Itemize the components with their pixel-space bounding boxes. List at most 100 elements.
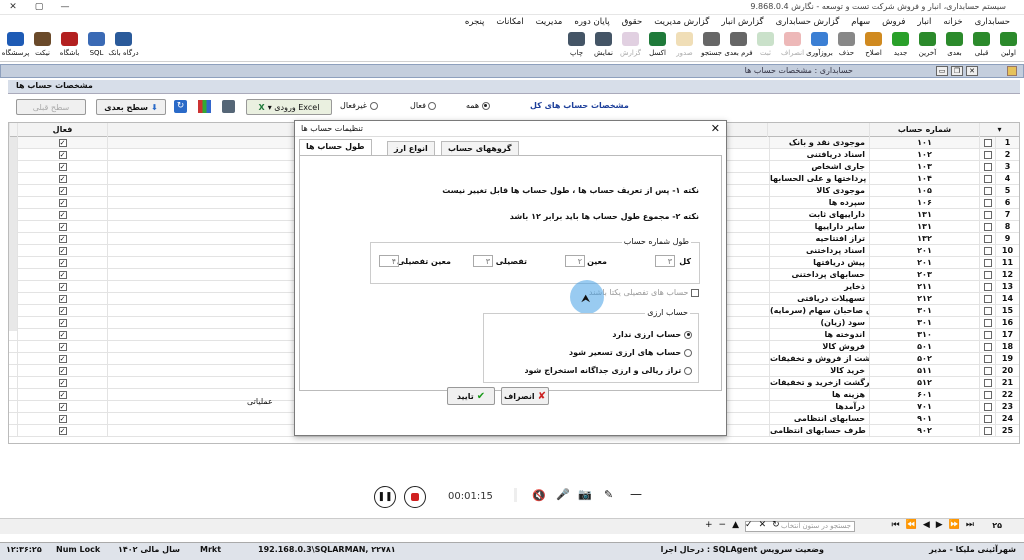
row-select[interactable] (979, 281, 995, 293)
nav-prev-page-icon[interactable]: ⏪ (906, 520, 917, 530)
prev-button[interactable]: قبلی (968, 31, 995, 61)
next-button[interactable]: بعدی (941, 31, 968, 61)
nav-post-icon[interactable]: ✓ (745, 520, 753, 530)
active-cell[interactable]: ✓ (17, 281, 107, 293)
active-cell[interactable]: ✓ (17, 317, 107, 329)
row-checkbox[interactable] (983, 318, 992, 327)
row-checkbox[interactable] (983, 246, 992, 255)
nav-next-page-icon[interactable]: ⏩ (949, 520, 960, 530)
row-select[interactable] (979, 425, 995, 437)
nav-edit-icon[interactable]: ▲ (732, 520, 739, 530)
row-select[interactable] (979, 389, 995, 401)
col-filter-icon[interactable]: ▾ (979, 123, 1019, 137)
row-select[interactable] (979, 377, 995, 389)
pause-button[interactable]: ❚❚ (374, 486, 396, 508)
nav-refresh-icon[interactable]: ↻ (772, 520, 780, 530)
active-cell[interactable]: ✓ (17, 233, 107, 245)
active-checkbox[interactable]: ✓ (58, 246, 67, 255)
new-button[interactable]: جدید (887, 31, 914, 61)
row-checkbox[interactable] (983, 222, 992, 231)
active-checkbox[interactable]: ✓ (58, 174, 67, 183)
row-checkbox[interactable] (983, 198, 992, 207)
row-select[interactable] (979, 365, 995, 377)
active-cell[interactable]: ✓ (17, 329, 107, 341)
row-select[interactable] (979, 401, 995, 413)
active-checkbox[interactable]: ✓ (58, 426, 67, 435)
active-cell[interactable]: ✓ (17, 269, 107, 281)
panel-tab[interactable]: مشخصات حساب ها (16, 81, 93, 90)
active-cell[interactable]: ✓ (17, 377, 107, 389)
cancel-button[interactable]: انصراف ✘ (501, 387, 549, 405)
refresh-icon[interactable]: ↻ (174, 100, 187, 113)
tafsili-input[interactable]: ۳ (473, 255, 493, 267)
tab-account-length[interactable]: طول حساب ها (299, 139, 372, 155)
active-cell[interactable]: ✓ (17, 209, 107, 221)
row-select[interactable] (979, 137, 995, 149)
active-checkbox[interactable]: ✓ (58, 210, 67, 219)
currency-none-option[interactable]: حساب ارزی ندارد (612, 330, 692, 339)
ticket-button[interactable]: نیکت (29, 31, 56, 61)
active-cell[interactable]: ✓ (17, 149, 107, 161)
sql-button[interactable]: SQL (83, 31, 110, 61)
cur2-radio[interactable] (684, 348, 692, 357)
nav-cancel-icon[interactable]: ✕ (759, 520, 767, 530)
active-checkbox[interactable]: ✓ (58, 186, 67, 195)
active-checkbox[interactable]: ✓ (58, 366, 67, 375)
row-checkbox[interactable] (983, 390, 992, 399)
mt-input[interactable]: ۴ (379, 255, 399, 267)
row-checkbox[interactable] (983, 294, 992, 303)
active-cell[interactable]: ✓ (17, 161, 107, 173)
row-select[interactable] (979, 173, 995, 185)
minimize-recorder-icon[interactable]: — (630, 487, 642, 501)
menu-item[interactable]: حسابداری (969, 15, 1016, 30)
active-cell[interactable]: ✓ (17, 413, 107, 425)
nav-prev-icon[interactable]: ◀ (923, 520, 930, 530)
row-select[interactable] (979, 149, 995, 161)
view-button[interactable]: نمایش (590, 31, 617, 61)
camera-icon[interactable]: 📷 (578, 488, 592, 501)
row-select[interactable] (979, 221, 995, 233)
active-checkbox[interactable]: ✓ (58, 390, 67, 399)
row-select[interactable] (979, 329, 995, 341)
filter-inactive[interactable]: غیرفعال (340, 101, 378, 110)
menu-item[interactable]: انبار (911, 15, 937, 30)
row-checkbox[interactable] (983, 282, 992, 291)
row-select[interactable] (979, 197, 995, 209)
active-cell[interactable]: ✓ (17, 197, 107, 209)
row-select[interactable] (979, 209, 995, 221)
filter-inactive-radio[interactable] (369, 101, 378, 110)
active-cell[interactable]: ✓ (17, 425, 107, 437)
filter-all-radio[interactable] (481, 101, 490, 110)
active-checkbox[interactable]: ✓ (58, 402, 67, 411)
microphone-icon[interactable]: 🎤 (556, 488, 570, 501)
menu-item[interactable]: سهام (845, 15, 876, 30)
row-checkbox[interactable] (983, 354, 992, 363)
last-button[interactable]: آخرین (914, 31, 941, 61)
row-select[interactable] (979, 245, 995, 257)
active-cell[interactable]: ✓ (17, 401, 107, 413)
excel-button[interactable]: اکسل (644, 31, 671, 61)
active-cell[interactable]: ✓ (17, 221, 107, 233)
active-checkbox[interactable]: ✓ (58, 330, 67, 339)
filter-active[interactable]: فعال (410, 101, 437, 110)
kol-input[interactable]: ۳ (655, 255, 675, 267)
stop-button[interactable] (404, 486, 426, 508)
active-checkbox[interactable]: ✓ (58, 198, 67, 207)
row-checkbox[interactable] (983, 402, 992, 411)
active-checkbox[interactable]: ✓ (58, 318, 67, 327)
col-number-header[interactable]: شماره حساب (869, 123, 979, 137)
active-checkbox[interactable]: ✓ (58, 414, 67, 423)
ok-button[interactable]: تایید ✔ (447, 387, 495, 405)
filter-all[interactable]: همه (466, 101, 490, 110)
unique-tafsili-option[interactable]: حساب های تفصیلی یکتا باشند (589, 288, 699, 297)
nav-last-icon[interactable]: ⏭ (966, 520, 974, 530)
row-checkbox[interactable] (983, 342, 992, 351)
menu-item[interactable]: امکانات (490, 15, 529, 30)
row-checkbox[interactable] (983, 138, 992, 147)
row-checkbox[interactable] (983, 258, 992, 267)
currency-separate-option[interactable]: تراز ریالی و ارزی جداگانه استخراج شود (524, 366, 692, 375)
active-checkbox[interactable]: ✓ (58, 294, 67, 303)
row-checkbox[interactable] (983, 270, 992, 279)
active-checkbox[interactable]: ✓ (58, 138, 67, 147)
row-checkbox[interactable] (983, 378, 992, 387)
